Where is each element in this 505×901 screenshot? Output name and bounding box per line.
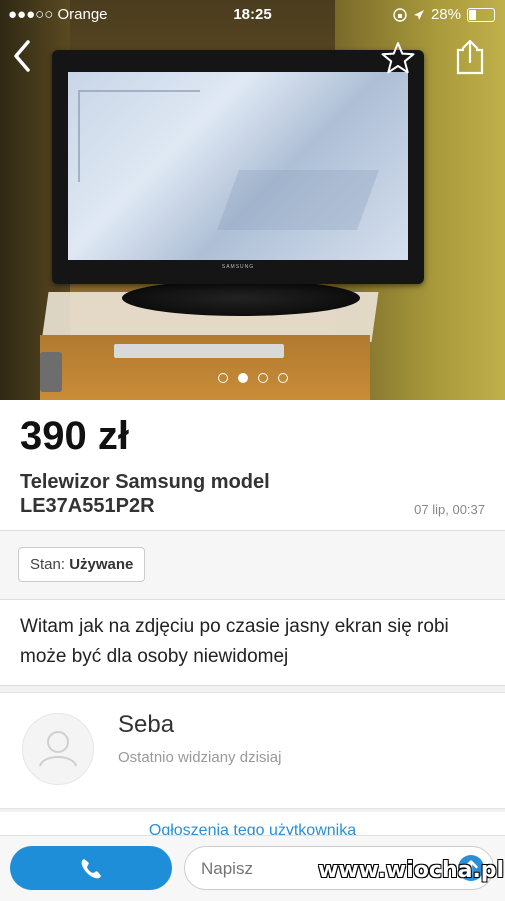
status-right: 28% <box>393 6 495 23</box>
listing-photo[interactable]: SAMSUNG <box>0 0 505 400</box>
location-icon <box>413 9 424 20</box>
battery-percent: 28% <box>430 6 461 23</box>
battery-fill <box>469 9 476 20</box>
price: 390 zł <box>20 414 129 458</box>
tv-image: SAMSUNG <box>52 50 424 284</box>
battery-icon <box>467 7 495 22</box>
condition-label: Stan: <box>30 556 66 573</box>
carousel-dot[interactable] <box>217 373 228 383</box>
listing-info: 390 zł Telewizor Samsung model LE37A551P… <box>0 400 505 531</box>
tv-stand <box>122 280 360 316</box>
phone-icon <box>81 859 101 879</box>
call-button[interactable] <box>10 846 172 890</box>
carousel-dots <box>0 370 505 388</box>
tv-brand: SAMSUNG <box>221 264 255 270</box>
star-icon[interactable] <box>380 40 416 76</box>
avatar <box>22 713 94 785</box>
condition-chip: Stan: Używane <box>18 547 146 582</box>
tv-screen <box>68 72 408 260</box>
photo-dvd-player <box>114 344 284 358</box>
share-icon[interactable] <box>452 38 488 76</box>
seller-name[interactable]: Seba <box>118 711 174 739</box>
watermark: www.wiocha.pl <box>318 858 505 883</box>
condition-value: Używane <box>69 556 134 573</box>
seller-last-seen: Ostatnio widziany dzisiaj <box>118 749 282 766</box>
description-section: Witam jak na zdjęciu po czasie jasny ekr… <box>0 600 505 686</box>
seller-card[interactable]: Seba Ostatnio widziany dzisiaj <box>0 692 505 809</box>
back-icon[interactable] <box>8 38 38 74</box>
user-icon <box>39 731 77 767</box>
carousel-dot-active[interactable] <box>237 373 248 383</box>
listing-date: 07 lip, 00:37 <box>414 502 485 517</box>
carousel-dot[interactable] <box>257 373 268 383</box>
carousel-dot[interactable] <box>277 373 288 383</box>
parameters-row: Stan: Używane <box>0 531 505 600</box>
listing-title: Telewizor Samsung model LE37A551P2R <box>20 471 270 517</box>
lock-rotation-icon <box>393 7 407 22</box>
description-text: Witam jak na zdjęciu po czasie jasny ekr… <box>20 616 449 667</box>
status-bar: ●●●○○ Orange 18:25 28% <box>0 0 505 30</box>
